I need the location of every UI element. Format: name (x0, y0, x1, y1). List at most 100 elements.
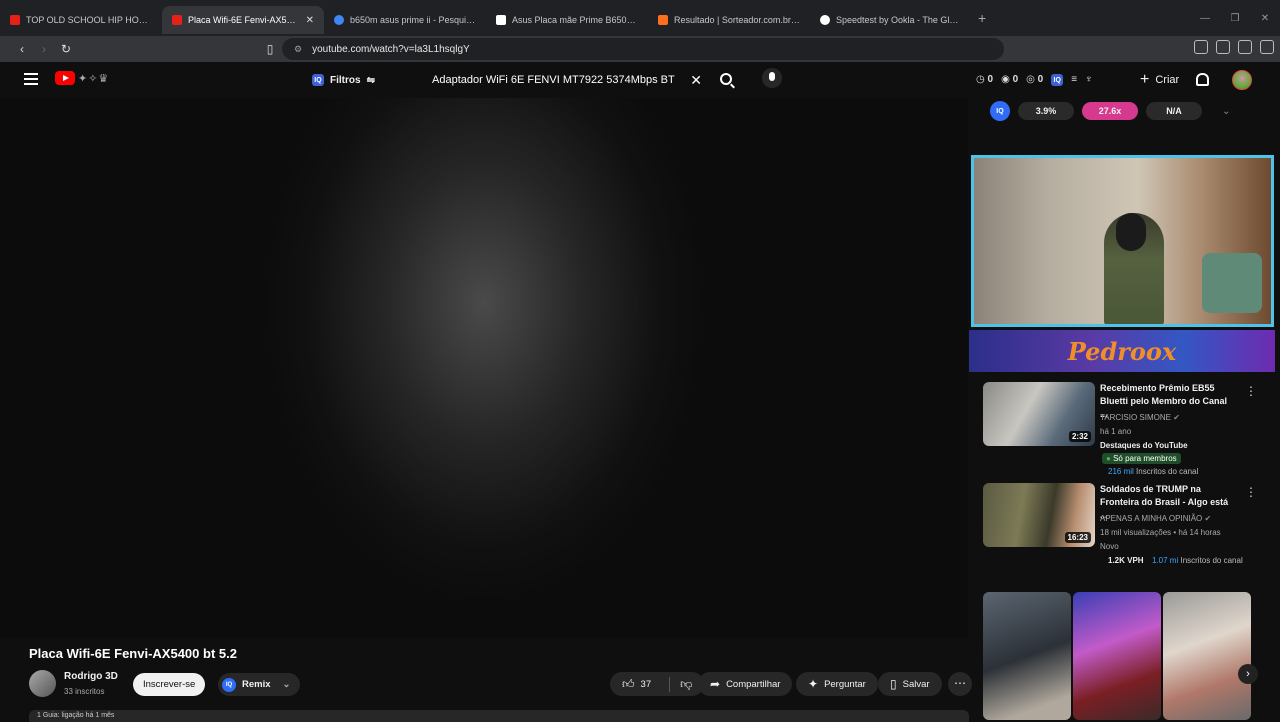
counter-view: ◉ 0 (1001, 74, 1019, 85)
search-icon[interactable] (720, 73, 732, 85)
chevron-down-icon: ⌄ (282, 679, 291, 690)
browser-tab-strip: TOP OLD SCHOOL HIP HOP🔥🔥 Ice Placa Wifi-… (0, 0, 1280, 36)
remix-button[interactable]: IQ Remix ⌄ (218, 673, 301, 696)
sparkle-icon: ✦ (808, 677, 819, 691)
browser-toolbar-icons (1194, 40, 1274, 54)
create-button[interactable]: + Criar (1130, 68, 1189, 92)
extension-counters: ◷ 0 ◉ 0 ◎ 0 IQ ≡ ♆ (976, 74, 1093, 86)
video-player[interactable] (0, 98, 968, 638)
short-thumbnail[interactable] (1163, 592, 1251, 720)
browser-tab[interactable]: Resultado | Sorteador.com.br - O Site (648, 6, 810, 34)
close-tab-icon[interactable]: ✕ (306, 15, 314, 26)
new-tab-icon[interactable]: + (978, 10, 986, 26)
url-field[interactable]: ⚙ youtube.com/watch?v=la3L1hsqlgY (282, 38, 1004, 60)
site-info-icon[interactable]: ⚙ (294, 44, 302, 55)
subscribe-button[interactable]: Inscrever-se (133, 673, 206, 696)
share-icon: ➦ (710, 677, 721, 691)
plus-icon: + (1140, 71, 1150, 88)
channel-name[interactable]: Rodrigo 3D (64, 671, 118, 682)
video-thumbnail[interactable]: 16:23 (983, 483, 1095, 547)
iq-stat: 3.9% (1018, 102, 1074, 120)
streamer-logo: Pedroox (1067, 336, 1177, 366)
save-button[interactable]: ▯ Salvar (878, 672, 942, 696)
iq-stats-bar: IQ 3.9% 27.6x N/A ⌄ (990, 100, 1256, 122)
iq-extension-icon[interactable]: IQ (1051, 74, 1064, 86)
browser-tab[interactable]: Speedtest by Ookla - The Global Bro (810, 6, 972, 34)
dislike-button[interactable]: 👎︎ (669, 676, 692, 692)
channel-avatar[interactable] (29, 670, 56, 697)
iq-extension-icon: IQ (222, 677, 236, 692)
more-actions-icon[interactable]: ⋯ (948, 672, 972, 696)
youtube-logo-icon[interactable] (55, 71, 75, 85)
logo-decoration-icon: ✦✧♛ (78, 73, 110, 85)
like-button[interactable]: 👍︎ 37 👎︎ (610, 672, 705, 696)
more-options-icon[interactable]: ⋮ (1245, 384, 1257, 398)
youtube-favicon-icon (10, 15, 20, 25)
wallet-icon[interactable] (1238, 40, 1252, 54)
hamburger-menu-icon[interactable] (24, 73, 38, 85)
filters-button[interactable]: IQ Filtros ⇋ (304, 68, 383, 92)
speedtest-favicon-icon (820, 15, 830, 25)
ask-button[interactable]: ✦ Perguntar (796, 672, 878, 696)
menu-icon[interactable] (1260, 40, 1274, 54)
browser-tab[interactable]: TOP OLD SCHOOL HIP HOP🔥🔥 Ice (0, 6, 162, 34)
video-thumbnail[interactable]: 2:32 (983, 382, 1095, 446)
chevron-down-icon[interactable]: ⌄ (1222, 106, 1230, 117)
webcam-overlay (971, 155, 1274, 327)
iq-extension-icon: IQ (312, 74, 324, 86)
browser-tab[interactable]: Asus Placa mãe Prime B650M-A WIFI (486, 6, 648, 34)
sliders-icon: ⇋ (366, 74, 375, 86)
counter-link: ◎ 0 (1026, 74, 1044, 85)
extensions-icon[interactable] (1194, 40, 1208, 54)
forward-icon[interactable]: › (34, 42, 54, 56)
webcam-chair (1202, 253, 1262, 313)
sorteador-favicon-icon (658, 15, 668, 25)
browser-tab-active[interactable]: Placa Wifi-6E Fenvi-AX5400 bt 5✕ (162, 6, 324, 34)
video-duration: 16:23 (1064, 532, 1091, 543)
google-favicon-icon (334, 15, 344, 25)
account-avatar[interactable] (1232, 70, 1252, 90)
browser-tab[interactable]: b650m asus prime ii - Pesquisa Goog (324, 6, 486, 34)
bookmark-icon[interactable]: ▯ (260, 42, 280, 56)
iq-extension-icon[interactable]: IQ (990, 101, 1010, 121)
minimize-icon[interactable]: — (1190, 0, 1220, 36)
streamer-banner: Pedroox (969, 330, 1275, 372)
back-icon[interactable]: ‹ (12, 42, 32, 56)
short-thumbnail[interactable] (1073, 592, 1161, 720)
chevron-right-icon[interactable]: › (1238, 664, 1258, 684)
short-thumbnail[interactable] (983, 592, 1071, 720)
channel-subs-count: 1.07 mi Inscritos do canal (1152, 556, 1243, 565)
iq-stat: N/A (1146, 102, 1202, 120)
verified-icon: ✔ (1173, 413, 1180, 422)
clear-search-icon[interactable]: ✕ (690, 72, 702, 89)
video-title: Placa Wifi-6E Fenvi-AX5400 bt 5.2 (29, 646, 237, 661)
sidebar-icon[interactable] (1216, 40, 1230, 54)
share-button[interactable]: ➦ Compartilhar (698, 672, 793, 696)
channel-subscribers: 33 inscritos (64, 687, 105, 696)
microphone-icon[interactable] (762, 68, 782, 88)
notifications-bell-icon[interactable] (1196, 73, 1209, 86)
more-options-icon[interactable]: ⋮ (1245, 485, 1257, 499)
youtube-header: ✦✧♛ IQ Filtros ⇋ Adaptador WiFi 6E FENVI… (0, 62, 1280, 98)
window-controls: — ❐ ✕ (1190, 0, 1280, 36)
recommended-video[interactable]: 2:32 Recebimento Prêmio EB55 Bluetti pel… (983, 382, 1263, 482)
search-input[interactable]: Adaptador WiFi 6E FENVI MT7922 5374Mbps … (422, 68, 710, 92)
reload-icon[interactable]: ↻ (56, 42, 76, 56)
channel-name: APENAS A MINHA OPINIÃO ✔ (1100, 514, 1212, 523)
amazon-favicon-icon (496, 15, 506, 25)
description-box[interactable]: 1 Guia: ligação há 1 mês (29, 710, 969, 722)
iq-stat: 27.6x (1082, 102, 1138, 120)
channel-subs-count: 216 mil Inscritos do canal (1108, 467, 1199, 476)
video-duration: 2:32 (1068, 431, 1091, 442)
address-bar-row: ‹ › ↻ ▯ ⚙ youtube.com/watch?v=la3L1hsqlg… (0, 36, 1280, 62)
maximize-icon[interactable]: ❐ (1220, 0, 1250, 36)
playlist-icon[interactable]: ≡ (1071, 74, 1077, 86)
trophy-icon[interactable]: ♆ (1085, 74, 1093, 86)
counter-clock: ◷ 0 (976, 74, 994, 85)
video-age: há 1 ano (1100, 427, 1132, 436)
verified-icon: ✔ (1204, 514, 1212, 523)
recommended-video[interactable]: 16:23 Soldados de TRUMP na Fronteira do … (983, 483, 1263, 573)
bookmark-icon: ▯ (890, 677, 897, 691)
close-window-icon[interactable]: ✕ (1250, 0, 1280, 36)
video-tag: Novo (1100, 542, 1119, 551)
